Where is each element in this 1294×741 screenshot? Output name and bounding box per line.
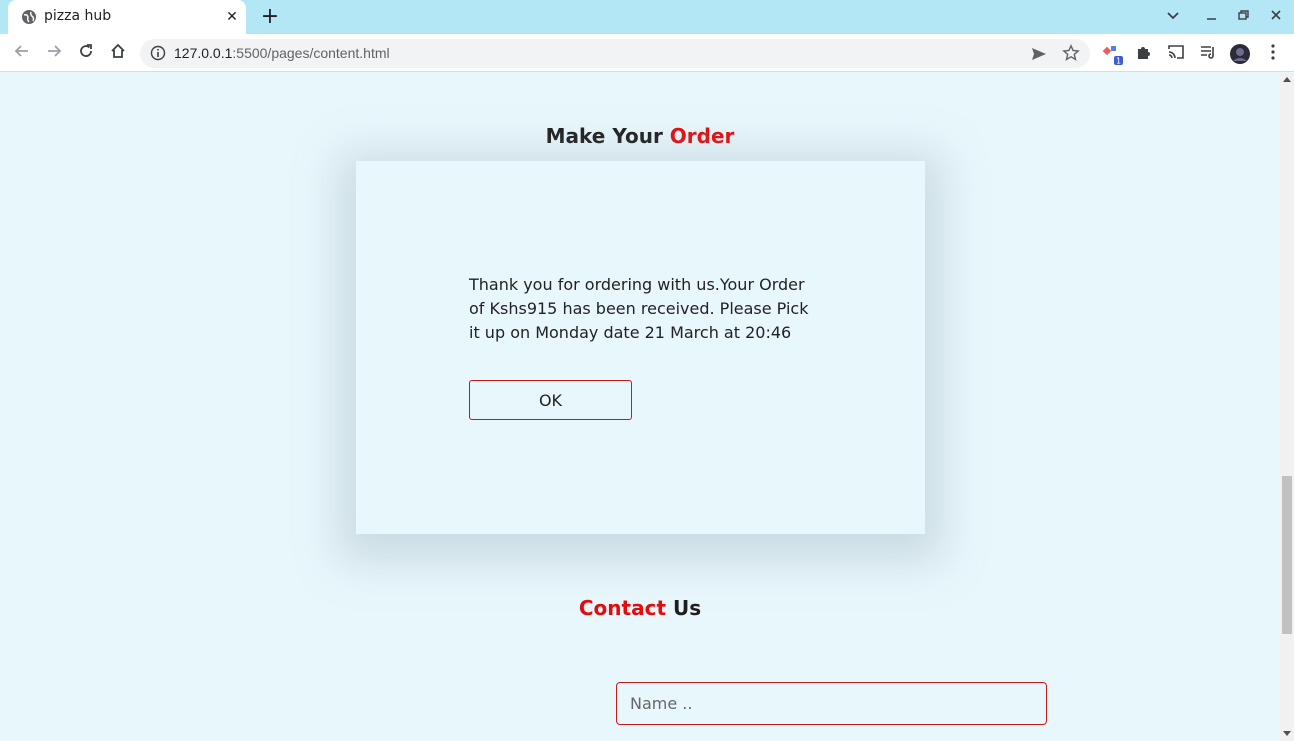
media-control-icon[interactable] xyxy=(1197,43,1219,65)
name-field[interactable] xyxy=(616,682,1047,725)
minimize-icon[interactable] xyxy=(1202,8,1220,26)
back-icon[interactable] xyxy=(11,42,33,64)
extension-badge-count: 1 xyxy=(1116,57,1121,66)
scroll-down-arrow-icon[interactable] xyxy=(1283,731,1291,736)
contact-heading-accent: Contact xyxy=(578,596,667,620)
order-heading-text: Make Your xyxy=(545,124,670,148)
close-tab-icon[interactable]: ✕ xyxy=(223,8,241,26)
scroll-up-arrow-icon[interactable] xyxy=(1283,77,1291,82)
close-window-icon[interactable] xyxy=(1267,8,1285,26)
send-tab-icon[interactable] xyxy=(1030,45,1048,63)
scroll-thumb[interactable] xyxy=(1282,476,1292,634)
order-confirmation-dialog: Thank you for ordering with us.Your Orde… xyxy=(356,161,925,534)
url-path: :5500/pages/content.html xyxy=(232,45,390,61)
url-text[interactable]: 127.0.0.1:5500/pages/content.html xyxy=(174,45,390,61)
contact-heading-text: Us xyxy=(666,596,702,620)
contact-heading: Contact Us xyxy=(0,596,1280,620)
address-bar[interactable]: 127.0.0.1:5500/pages/content.html xyxy=(140,39,1090,68)
forward-icon[interactable] xyxy=(43,42,65,64)
confirmation-message: Thank you for ordering with us.Your Orde… xyxy=(469,275,809,342)
browser-tab[interactable]: pizza hub ✕ xyxy=(8,0,246,34)
globe-icon xyxy=(22,10,36,24)
order-heading: Make Your Order xyxy=(0,124,1280,148)
order-heading-accent: Order xyxy=(669,124,735,148)
reload-icon[interactable] xyxy=(75,42,97,64)
restore-icon[interactable] xyxy=(1234,8,1252,26)
home-icon[interactable] xyxy=(107,42,129,64)
bookmark-star-icon[interactable] xyxy=(1062,44,1080,62)
cast-icon[interactable] xyxy=(1165,43,1187,65)
profile-avatar-icon[interactable] xyxy=(1229,43,1251,65)
ok-button[interactable]: OK xyxy=(469,380,632,420)
page-content: Make Your Order Thank you for ordering w… xyxy=(0,73,1280,741)
extension-icon[interactable]: 1 xyxy=(1102,43,1124,66)
tab-strip: pizza hub ✕ + xyxy=(0,0,1294,34)
tab-search-icon[interactable] xyxy=(1164,8,1182,26)
page-scrollbar[interactable] xyxy=(1280,73,1294,741)
puzzle-icon[interactable] xyxy=(1133,43,1155,65)
new-tab-icon[interactable]: + xyxy=(258,6,282,28)
browser-toolbar: 127.0.0.1:5500/pages/content.html 1 xyxy=(0,34,1294,72)
tab-title: pizza hub xyxy=(44,8,112,24)
site-info-icon[interactable] xyxy=(150,45,166,61)
url-host: 127.0.0.1 xyxy=(174,45,233,61)
menu-icon[interactable] xyxy=(1262,43,1284,65)
